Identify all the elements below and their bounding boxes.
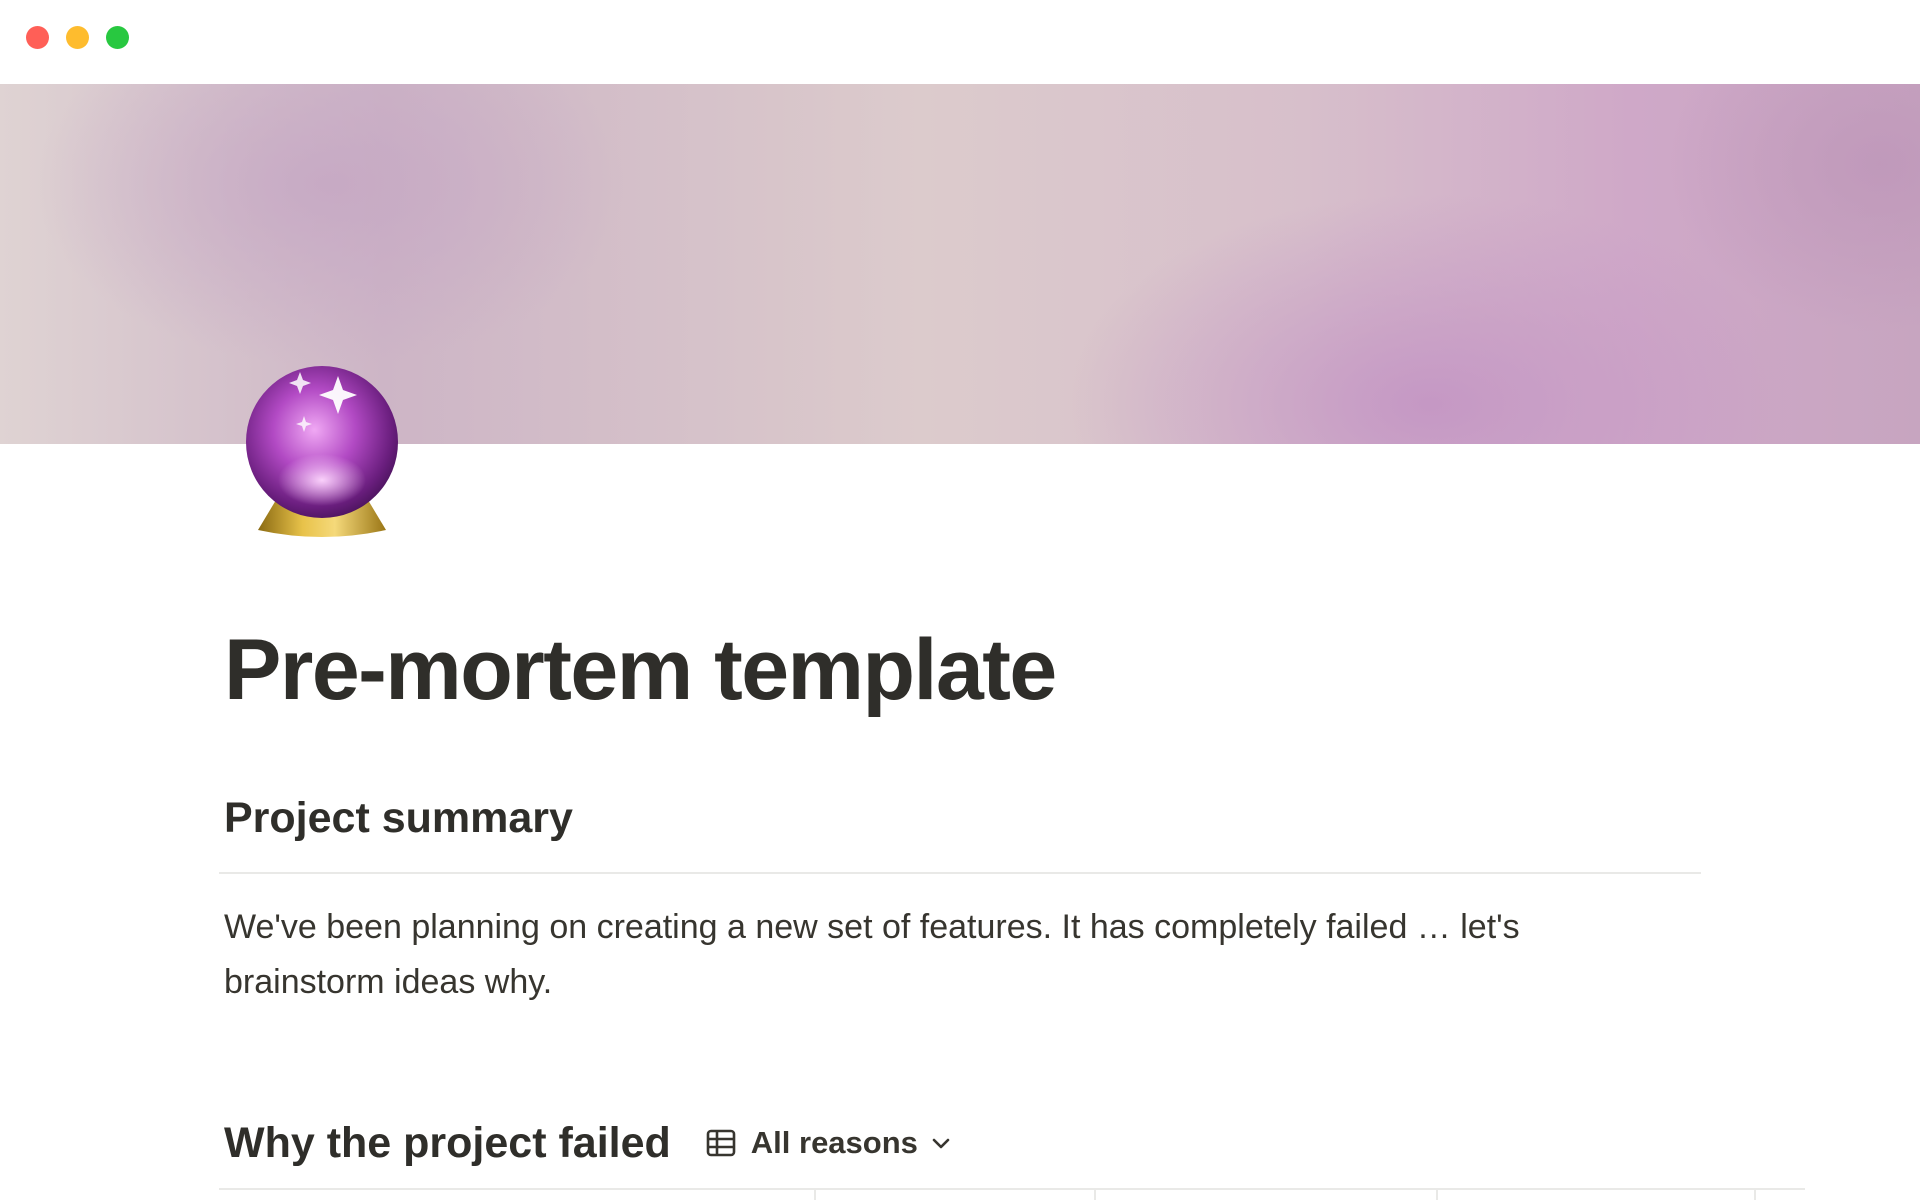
view-switcher-button[interactable]: All reasons [697,1121,960,1165]
crystal-ball-icon[interactable] [236,352,406,542]
table-column-separator [1436,1188,1438,1200]
table-header-border [219,1188,1805,1190]
close-window-button[interactable] [26,26,49,49]
minimize-window-button[interactable] [66,26,89,49]
app-window: Pre-mortem template Project summary We'v… [0,0,1920,1200]
table-column-separator [1094,1188,1096,1200]
database-header: Why the project failed All reasons [224,1108,960,1178]
database-title[interactable]: Why the project failed [224,1119,671,1168]
chevron-down-icon [932,1138,950,1149]
title-bar [0,0,1920,84]
table-column-separator [1754,1188,1756,1200]
table-icon [706,1129,736,1157]
page-title[interactable]: Pre-mortem template [224,620,1057,720]
zoom-window-button[interactable] [106,26,129,49]
table-column-separator [814,1188,816,1200]
view-name: All reasons [750,1125,918,1160]
project-summary-text[interactable]: We've been planning on creating a new se… [224,900,1624,1010]
heading-divider [219,872,1701,874]
project-summary-heading[interactable]: Project summary [224,790,573,846]
